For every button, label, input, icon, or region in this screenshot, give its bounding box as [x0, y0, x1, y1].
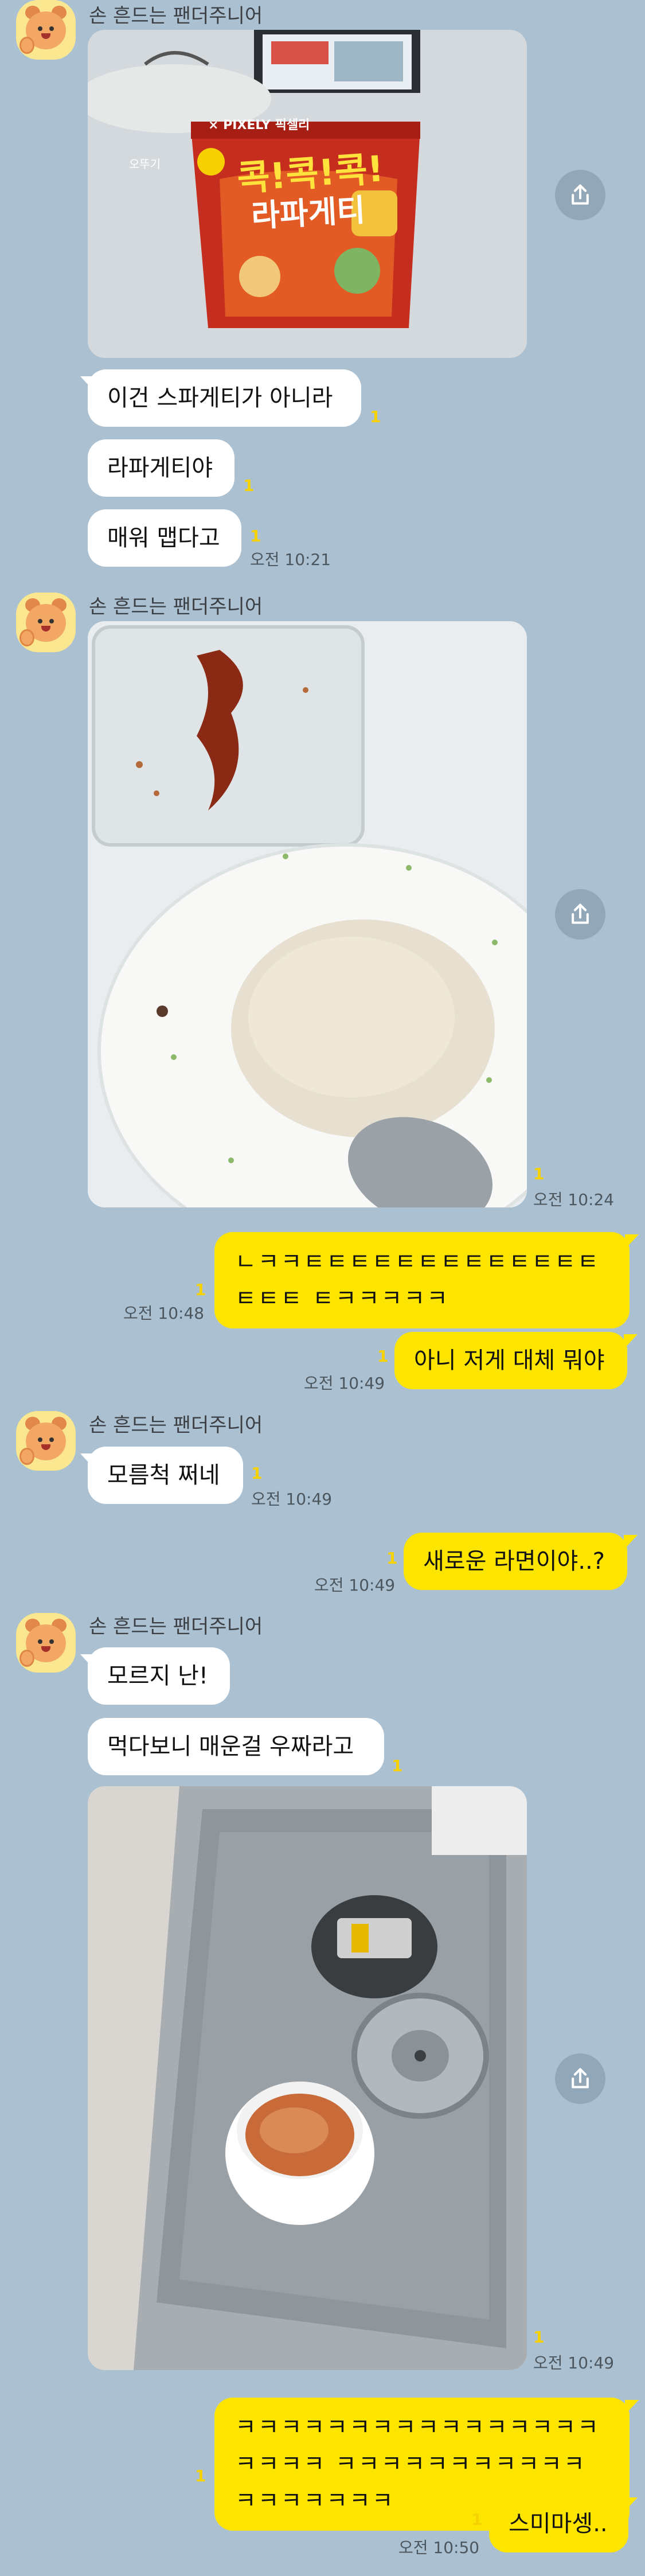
photo-rice-plate-image: [88, 621, 527, 1207]
sender-avatar[interactable]: [16, 1411, 76, 1471]
share-button[interactable]: [555, 889, 605, 940]
message-time: 오전 10:48: [123, 1304, 205, 1323]
bubble-tail: [624, 1334, 638, 1349]
unread-count: 1: [471, 2510, 483, 2529]
avatar-eye-right: [49, 1639, 54, 1644]
unread-count: 1: [533, 2328, 545, 2347]
chat-screen: { "sender_name": "손 흔드는 팬더주니어", "icons":…: [0, 0, 645, 2576]
sender-avatar[interactable]: [16, 593, 76, 652]
avatar-hand: [19, 629, 34, 646]
bubble-tail: [624, 1535, 638, 1550]
message-time: 오전 10:49: [533, 2353, 615, 2372]
share-icon: [572, 2068, 589, 2088]
photo-ramen-cup[interactable]: × PIXELY 픽셀리 오뚜기 콕!콕!콕! 라파게티: [88, 30, 527, 358]
message-bubble-in[interactable]: 모르지 난!: [88, 1647, 230, 1705]
share-button[interactable]: [555, 170, 605, 220]
avatar-hand: [19, 1650, 34, 1667]
message-bubble-in[interactable]: 매워 맵다고: [88, 509, 241, 567]
avatar-eye-right: [49, 1437, 54, 1442]
unread-count: 1: [243, 476, 255, 495]
message-bubble-out[interactable]: ㄴㅋㅋㅌㅌㅌㅌㅌㅌㅌㅌㅌㅌㅌㅌㅌㅌㅌㅌ ㅌㅋㅋㅋㅋㅋ: [214, 1232, 630, 1328]
bubble-tail: [625, 2400, 639, 2415]
bubble-tail: [80, 1654, 94, 1669]
avatar-hand: [19, 37, 34, 54]
message-bubble-out[interactable]: 아니 저게 대체 뭐야: [394, 1332, 627, 1389]
unread-count: 1: [251, 1464, 263, 1483]
unread-count: 1: [370, 407, 381, 426]
message-bubble-in[interactable]: 이건 스파게티가 아니라: [88, 369, 361, 427]
photo-rice-plate[interactable]: [88, 621, 527, 1207]
message-bubble-out[interactable]: 스미마셍..: [489, 2495, 628, 2552]
message-bubble-out[interactable]: 새로운 라면이야..?: [404, 1533, 627, 1590]
cup-collab-text: × PIXELY 픽셀리: [208, 118, 310, 132]
sender-avatar[interactable]: [16, 1613, 76, 1673]
unread-count: 1: [386, 1549, 398, 1568]
unread-count: 1: [195, 1280, 206, 1299]
share-icon: [572, 903, 589, 924]
bubble-tail: [80, 1453, 94, 1468]
share-icon: [572, 184, 589, 205]
message-bubble-in[interactable]: 라파게티야: [88, 439, 234, 497]
avatar-eye-right: [49, 26, 54, 31]
message-time: 오전 10:49: [251, 1490, 333, 1509]
avatar-eye-right: [49, 619, 54, 623]
unread-count: 1: [195, 2466, 206, 2485]
unread-count: 1: [392, 1756, 403, 1775]
bubble-tail: [80, 376, 94, 391]
avatar-eye-left: [38, 26, 42, 31]
share-button[interactable]: [555, 2053, 605, 2104]
sender-name: 손 흔드는 팬더주니어: [89, 5, 263, 28]
avatar-eye-left: [38, 1437, 42, 1442]
sender-name: 손 흔드는 팬더주니어: [89, 1615, 263, 1638]
message-bubble-in[interactable]: 모름척 쩌네: [88, 1447, 243, 1504]
message-time: 오전 10:21: [250, 550, 331, 569]
sender-avatar[interactable]: [16, 0, 76, 60]
unread-count: 1: [377, 1347, 389, 1366]
bubble-tail: [624, 2497, 638, 2512]
message-time: 오전 10:49: [304, 1374, 385, 1393]
avatar-eye-left: [38, 1639, 42, 1644]
photo-sink-cup-image: [88, 1786, 527, 2370]
avatar-hand: [19, 1448, 34, 1465]
avatar-eye-left: [38, 619, 42, 623]
cup-product-text: 라파게티: [250, 192, 366, 235]
unread-count: 1: [250, 527, 261, 545]
sender-name: 손 흔드는 팬더주니어: [89, 595, 263, 618]
cup-brand-text: 오뚜기: [129, 157, 161, 171]
message-bubble-in[interactable]: 먹다보니 매운걸 우짜라고: [88, 1718, 384, 1775]
bubble-tail: [625, 1234, 639, 1249]
message-time: 오전 10:24: [533, 1190, 615, 1209]
message-time: 오전 10:50: [398, 2538, 480, 2557]
photo-sink-cup[interactable]: [88, 1786, 527, 2370]
unread-count: 1: [533, 1164, 545, 1183]
message-time: 오전 10:49: [314, 1576, 396, 1595]
sender-name: 손 흔드는 팬더주니어: [89, 1414, 263, 1437]
